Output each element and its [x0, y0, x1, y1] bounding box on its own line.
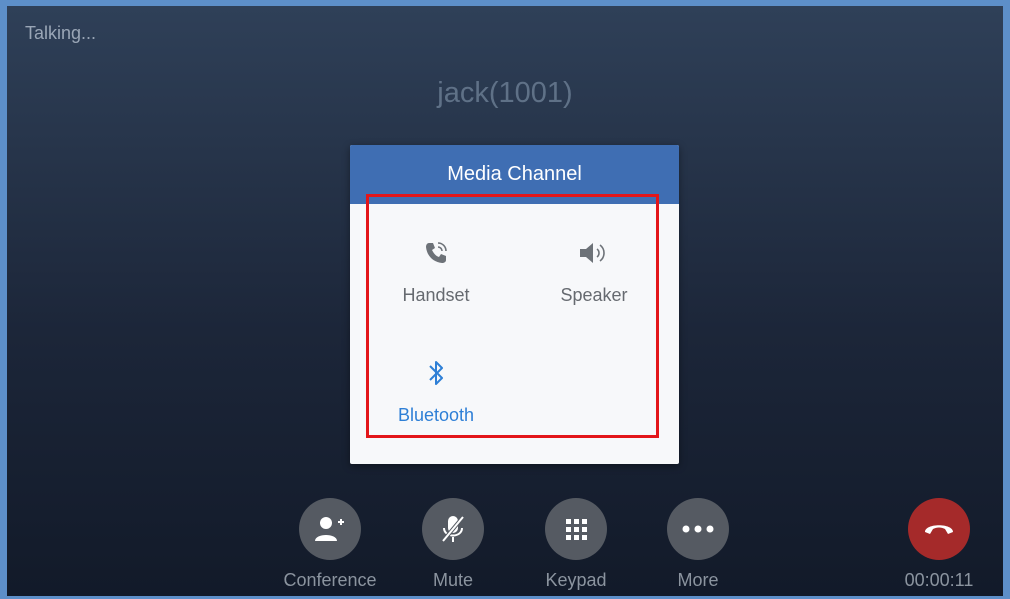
end-call-button[interactable]: 00:00:11 — [884, 498, 994, 591]
conference-button[interactable]: Conference — [275, 498, 385, 591]
more-icon — [667, 498, 729, 560]
mute-label: Mute — [432, 570, 474, 590]
add-person-icon — [299, 498, 361, 560]
caller-name: jack(1001) — [437, 77, 573, 109]
call-timer: 00:00:11 — [904, 570, 974, 590]
call-status-text: Talking... — [25, 23, 97, 43]
more-button[interactable]: More — [643, 498, 753, 591]
options-highlight-box — [366, 194, 659, 438]
conference-label: Conference — [283, 570, 377, 590]
more-label: More — [677, 570, 719, 590]
hang-up-icon — [908, 498, 970, 560]
keypad-icon — [545, 498, 607, 560]
mute-button[interactable]: Mute — [398, 498, 508, 591]
keypad-label: Keypad — [545, 570, 607, 590]
mic-off-icon — [422, 498, 484, 560]
keypad-button[interactable]: Keypad — [521, 498, 631, 591]
